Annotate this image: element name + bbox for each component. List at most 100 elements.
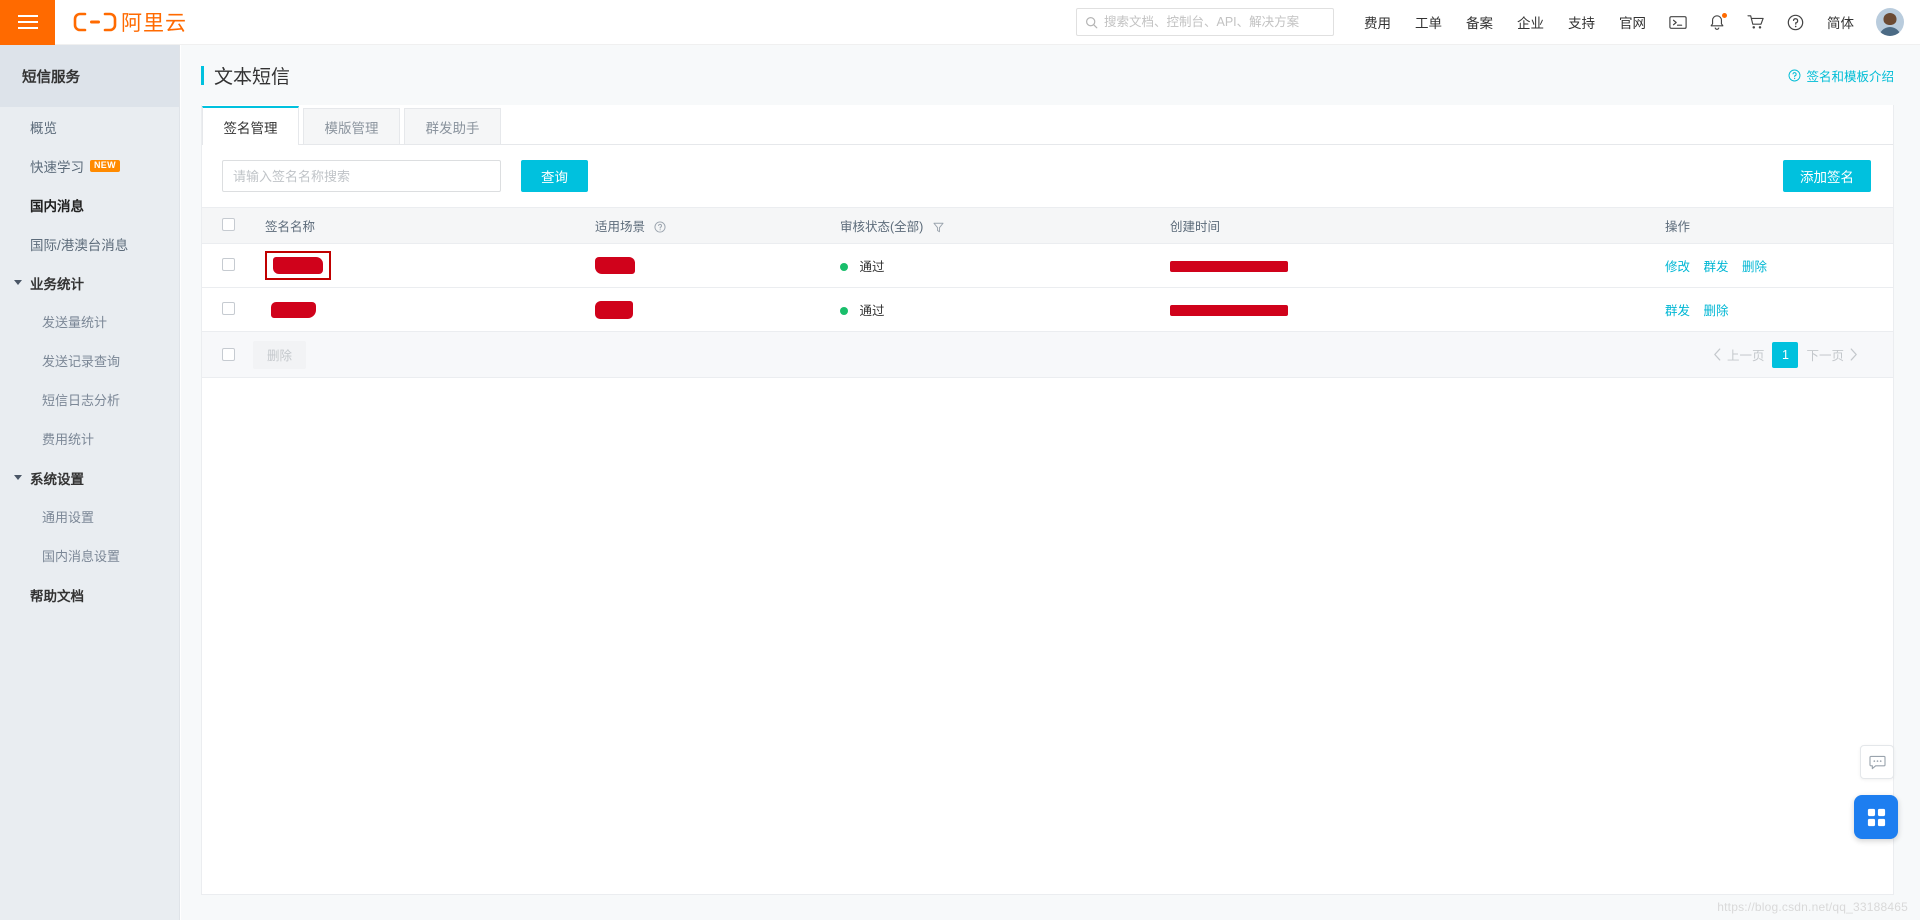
add-signature-button[interactable]: 添加签名 <box>1783 160 1871 192</box>
signature-search-input[interactable] <box>222 160 501 192</box>
row-select-cell <box>202 287 257 332</box>
cell-signature-name <box>257 287 587 332</box>
global-search-box[interactable] <box>1076 8 1334 36</box>
table-footer: 删除 上一页 1 下一页 <box>202 332 1893 378</box>
prev-page-label: 上一页 <box>1726 349 1765 363</box>
title-accent-bar <box>201 65 204 85</box>
table-row[interactable]: 通过 群发 删除 <box>202 287 1893 332</box>
language-switcher[interactable]: 简体 <box>1827 12 1854 32</box>
apps-launcher-button[interactable] <box>1854 795 1898 839</box>
sidebar-group-system-settings[interactable]: 系统设置 <box>0 458 179 497</box>
sidebar-item-label: 帮助文档 <box>30 588 84 604</box>
next-page-button[interactable]: 下一页 <box>1806 345 1863 364</box>
sidebar-item-label: 发送量统计 <box>42 315 108 330</box>
cell-actions: 群发 删除 <box>1657 287 1893 332</box>
sidebar-item-quick-learning[interactable]: 快速学习 NEW <box>0 146 179 185</box>
filter-icon[interactable] <box>933 222 944 233</box>
tab-bar: 签名管理 模版管理 群发助手 <box>202 105 1893 145</box>
tab-bulk-send-assistant[interactable]: 群发助手 <box>404 108 501 144</box>
aliyun-logo[interactable]: 阿里云 <box>73 7 187 37</box>
avatar[interactable] <box>1876 8 1904 36</box>
redacted-create-time <box>1170 260 1288 272</box>
console-terminal-icon[interactable] <box>1669 15 1687 30</box>
column-label: 创建时间 <box>1170 220 1221 234</box>
grid-apps-icon <box>1867 808 1885 826</box>
sidebar-item-send-record-query[interactable]: 发送记录查询 <box>0 341 179 380</box>
sidebar-item-general-settings[interactable]: 通用设置 <box>0 497 179 536</box>
nav-link-support[interactable]: 支持 <box>1568 12 1595 32</box>
page-title-wrapper: 文本短信 <box>201 62 290 89</box>
top-header-bar: 阿里云 费用 工单 备案 企业 支持 官网 <box>0 0 1920 45</box>
hamburger-menu-button[interactable] <box>0 0 55 45</box>
prev-page-button[interactable]: 上一页 <box>1708 345 1765 364</box>
sidebar-item-send-volume-stats[interactable]: 发送量统计 <box>0 302 179 341</box>
tab-template-management[interactable]: 模版管理 <box>303 108 400 144</box>
sidebar-item-label: 国内消息 <box>30 198 84 214</box>
signature-name-wrapper <box>265 298 322 322</box>
sidebar-item-label: 快速学习 <box>30 159 84 175</box>
nav-link-fees[interactable]: 费用 <box>1364 12 1391 32</box>
search-icon <box>1086 16 1098 28</box>
status-dot-icon <box>840 263 848 271</box>
sidebar-item-sms-log-analysis[interactable]: 短信日志分析 <box>0 380 179 419</box>
cart-icon[interactable] <box>1747 14 1765 30</box>
column-label: 操作 <box>1665 220 1691 234</box>
page-number-1[interactable]: 1 <box>1772 341 1799 368</box>
table-header: 签名名称 适用场景 审核状态(全部) 创建时间 操作 <box>202 207 1893 244</box>
cell-create-time <box>1162 287 1657 332</box>
row-checkbox[interactable] <box>222 257 235 271</box>
sidebar-item-domestic-messages[interactable]: 国内消息 <box>0 185 179 224</box>
th-signature-name: 签名名称 <box>257 207 587 244</box>
tab-label: 群发助手 <box>425 120 480 136</box>
redacted-create-time <box>1170 304 1288 316</box>
help-circle-icon[interactable] <box>1787 14 1804 31</box>
nav-link-enterprise[interactable]: 企业 <box>1517 12 1544 32</box>
sidebar-item-help-docs[interactable]: 帮助文档 <box>0 575 179 614</box>
signature-template-intro-link[interactable]: 签名和模板介绍 <box>1788 66 1894 85</box>
intro-link-label: 签名和模板介绍 <box>1806 69 1894 84</box>
cell-audit-status: 通过 <box>832 287 1162 332</box>
select-all-checkbox[interactable] <box>222 217 235 231</box>
table-body: 通过 修改 群发 删除 通过 群发 删除 <box>202 243 1893 332</box>
query-button[interactable]: 查询 <box>521 160 588 192</box>
nav-link-tickets[interactable]: 工单 <box>1415 12 1442 32</box>
cell-audit-status: 通过 <box>832 243 1162 288</box>
column-label: 适用场景 <box>595 220 646 234</box>
column-label: 审核状态(全部) <box>840 220 924 234</box>
page-title: 文本短信 <box>214 66 291 88</box>
table-row[interactable]: 通过 修改 群发 删除 <box>202 243 1893 288</box>
avatar-body <box>1879 27 1901 36</box>
cell-actions: 修改 群发 删除 <box>1657 243 1893 288</box>
action-delete[interactable]: 删除 <box>1704 304 1729 318</box>
footer-select-all-checkbox[interactable] <box>222 348 235 361</box>
feedback-chat-button[interactable] <box>1860 745 1894 779</box>
batch-delete-button[interactable]: 删除 <box>253 340 307 369</box>
cell-create-time <box>1162 243 1657 288</box>
sidebar-item-label: 业务统计 <box>30 276 84 292</box>
nav-link-icp[interactable]: 备案 <box>1466 12 1493 32</box>
sidebar-item-overview[interactable]: 概览 <box>0 107 179 146</box>
sidebar-item-international-messages[interactable]: 国际/港澳台消息 <box>0 224 179 263</box>
table-toolbar: 查询 添加签名 <box>202 145 1893 207</box>
header-right-group: 费用 工单 备案 企业 支持 官网 <box>1076 0 1920 45</box>
sidebar-item-label: 系统设置 <box>30 471 84 487</box>
th-select-all <box>202 207 257 244</box>
main-content-area: 文本短信 签名和模板介绍 签名管理 模版管理 群发助手 查询 <box>181 45 1920 920</box>
sidebar-item-cost-stats[interactable]: 费用统计 <box>0 419 179 458</box>
th-actions: 操作 <box>1657 207 1893 244</box>
table-header-row: 签名名称 适用场景 审核状态(全部) 创建时间 操作 <box>202 207 1893 244</box>
avatar-face <box>1883 13 1897 25</box>
nav-link-website[interactable]: 官网 <box>1619 12 1646 32</box>
pagination: 上一页 1 下一页 <box>1700 341 1871 368</box>
action-edit[interactable]: 修改 <box>1665 260 1690 274</box>
tab-signature-management[interactable]: 签名管理 <box>202 106 299 145</box>
bell-icon[interactable] <box>1709 12 1727 31</box>
sidebar-item-domestic-message-settings[interactable]: 国内消息设置 <box>0 536 179 575</box>
action-delete[interactable]: 删除 <box>1742 260 1767 274</box>
sidebar-group-business-stats[interactable]: 业务统计 <box>0 263 179 302</box>
global-search-input[interactable] <box>1104 15 1325 29</box>
row-checkbox[interactable] <box>222 301 235 315</box>
action-bulk-send[interactable]: 群发 <box>1704 260 1729 274</box>
help-circle-icon[interactable] <box>653 221 666 233</box>
action-bulk-send[interactable]: 群发 <box>1665 304 1690 318</box>
